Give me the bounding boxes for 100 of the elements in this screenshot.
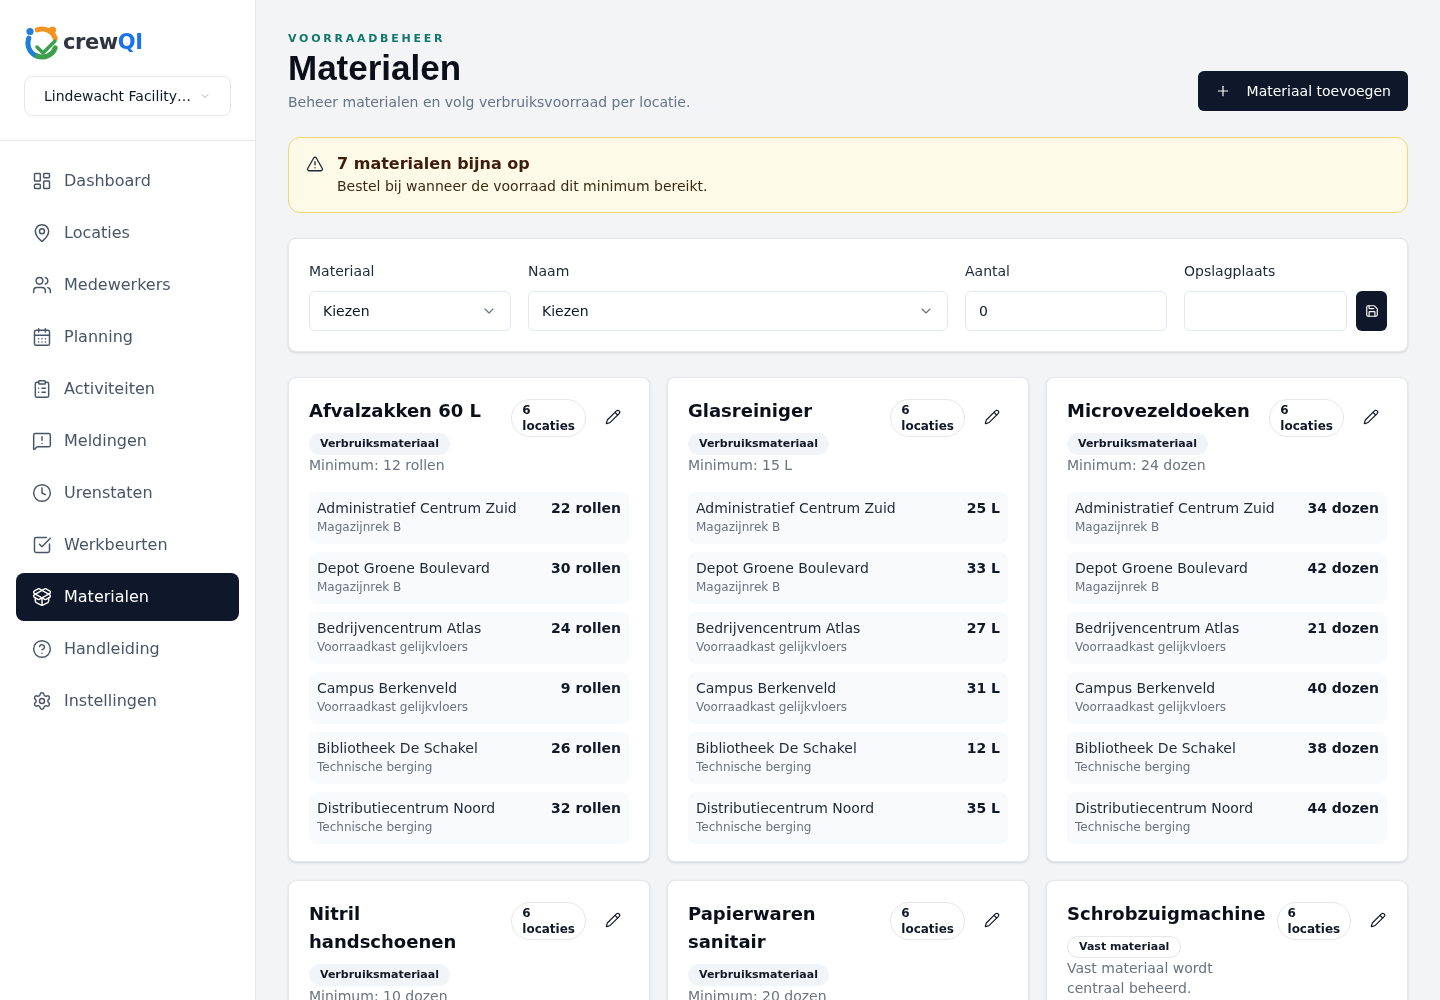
locations-badge: 6 locaties — [511, 399, 586, 437]
location-name: Bedrijvencentrum Atlas — [1075, 619, 1240, 638]
sidebar-nav-item[interactable]: Werkbeurten — [16, 521, 239, 569]
page-title: Materialen — [288, 48, 462, 88]
stock-quantity: 27 L — [966, 619, 1000, 638]
map-pin-icon — [32, 223, 52, 243]
logo-text: crewQI — [63, 31, 143, 53]
material-type-tag: Vast materiaal — [1067, 936, 1182, 958]
material-note: Vast materiaal wordt centraal beheerd. — [1067, 959, 1214, 998]
location-name: Bedrijvencentrum Atlas — [317, 619, 482, 638]
material-type-tag: Verbruiksmateriaal — [309, 964, 450, 986]
calendar-icon — [32, 327, 52, 347]
material-note: Minimum: 12 rollen — [309, 456, 445, 475]
field-label: Materiaal — [309, 262, 376, 281]
storage-location: Magazijnrek B — [1075, 579, 1161, 596]
save-button[interactable] — [1356, 291, 1387, 331]
field-label: Aantal — [965, 262, 1011, 281]
stock-quantity: 24 rollen — [551, 619, 621, 638]
stock-quantity: 44 dozen — [1307, 799, 1379, 818]
material-type-tag: Verbruiksmateriaal — [688, 964, 829, 986]
stock-quantity: 30 rollen — [551, 559, 621, 578]
material-type-tag: Verbruiksmateriaal — [309, 433, 450, 455]
locations-badge: 6 locaties — [890, 399, 965, 437]
stock-quantity: 40 dozen — [1307, 679, 1379, 698]
check-square-icon — [32, 535, 52, 555]
storage-location: Voorraadkast gelijkvloers — [1075, 639, 1228, 656]
stock-quantity: 21 dozen — [1307, 619, 1379, 638]
select-field[interactable]: Kiezen — [528, 291, 948, 331]
pencil-icon — [605, 912, 621, 928]
material-name: Glasreiniger — [688, 399, 812, 423]
sidebar-nav-item[interactable]: Planning — [16, 313, 239, 361]
storage-location: Voorraadkast gelijkvloers — [696, 639, 849, 656]
material-name: Afvalzakken 60 L — [309, 399, 481, 423]
material-name: Nitril handschoenen — [309, 902, 458, 954]
location-name: Depot Groene Boulevard — [317, 559, 490, 578]
locations-badge: 6 locaties — [890, 902, 965, 940]
sidebar-nav-item[interactable]: Medewerkers — [16, 261, 239, 309]
stock-quantity: 35 L — [966, 799, 1000, 818]
material-note: Minimum: 15 L — [688, 456, 793, 475]
sidebar-nav-item[interactable]: Urenstaten — [16, 469, 239, 517]
storage-location: Technische berging — [696, 819, 813, 836]
location-name: Bibliotheek De Schakel — [317, 739, 478, 758]
location-name: Distributiecentrum Noord — [1075, 799, 1254, 818]
location-name: Campus Berkenveld — [1075, 679, 1217, 698]
organization-select[interactable]: Lindewacht Facility… — [24, 76, 231, 116]
input-field[interactable]: 0 — [965, 291, 1167, 331]
open-box-icon — [32, 587, 52, 607]
input-field[interactable] — [1184, 291, 1347, 331]
storage-location: Voorraadkast gelijkvloers — [317, 639, 470, 656]
pencil-icon — [984, 912, 1000, 928]
location-name: Campus Berkenveld — [317, 679, 459, 698]
sidebar-nav-item[interactable]: Handleiding — [16, 625, 239, 673]
clock-icon — [32, 483, 52, 503]
material-name: Microvezeldoeken — [1067, 399, 1250, 423]
material-name: Schrobzuigmachine — [1067, 902, 1266, 926]
sidebar-nav-item[interactable]: Locaties — [16, 209, 239, 257]
sidebar-nav-item[interactable]: Materialen — [16, 573, 239, 621]
stock-quantity: 25 L — [966, 499, 1000, 518]
location-name: Depot Groene Boulevard — [1075, 559, 1248, 578]
location-name: Administratief Centrum Zuid — [317, 499, 517, 518]
stock-quantity: 38 dozen — [1307, 739, 1379, 758]
field-label: Naam — [528, 262, 571, 281]
select-field[interactable]: Kiezen — [309, 291, 511, 331]
location-name: Campus Berkenveld — [696, 679, 838, 698]
sidebar-nav-item[interactable]: Meldingen — [16, 417, 239, 465]
location-name: Distributiecentrum Noord — [696, 799, 875, 818]
material-note: Minimum: 24 dozen — [1067, 456, 1206, 475]
storage-location: Technische berging — [696, 759, 813, 776]
people-icon — [32, 275, 52, 295]
settings-icon — [32, 691, 52, 711]
save-icon — [1364, 304, 1379, 318]
message-alert-icon — [32, 431, 52, 451]
storage-location: Technische berging — [317, 759, 434, 776]
stock-quantity: 42 dozen — [1307, 559, 1379, 578]
material-type-tag: Verbruiksmateriaal — [1067, 433, 1208, 455]
alert-message: Bestel bij wanneer de voorraad dit minimum bereikt. — [337, 177, 708, 196]
storage-location: Technische berging — [1075, 819, 1192, 836]
location-name: Bedrijvencentrum Atlas — [696, 619, 861, 638]
material-type-tag: Verbruiksmateriaal — [688, 433, 829, 455]
storage-location: Voorraadkast gelijkvloers — [1075, 699, 1227, 716]
sidebar-nav-item[interactable]: Activiteiten — [16, 365, 239, 413]
storage-location: Voorraadkast gelijkvloers — [317, 699, 469, 716]
sidebar-nav-item[interactable]: Instellingen — [16, 677, 239, 725]
location-name: Depot Groene Boulevard — [696, 559, 869, 578]
logo-icon — [24, 24, 60, 60]
storage-location: Technische berging — [317, 819, 434, 836]
stock-quantity: 32 rollen — [551, 799, 621, 818]
stock-quantity: 22 rollen — [551, 499, 621, 518]
storage-location: Magazijnrek B — [317, 579, 403, 596]
pencil-icon — [1363, 409, 1379, 425]
clipboard-list-icon — [32, 379, 52, 399]
location-name: Administratief Centrum Zuid — [696, 499, 896, 518]
add-material-button[interactable]: Materiaal toevoegen — [1197, 71, 1408, 111]
location-name: Distributiecentrum Noord — [317, 799, 496, 818]
page-subtitle: Beheer materialen en volg verbruiksvoorraad per locatie. — [288, 93, 691, 112]
grid-icon — [32, 171, 52, 191]
stock-quantity: 12 L — [966, 739, 1000, 758]
location-name: Bibliotheek De Schakel — [1075, 739, 1236, 758]
sidebar-nav-item[interactable]: Dashboard — [16, 157, 239, 205]
storage-location: Magazijnrek B — [696, 519, 782, 536]
